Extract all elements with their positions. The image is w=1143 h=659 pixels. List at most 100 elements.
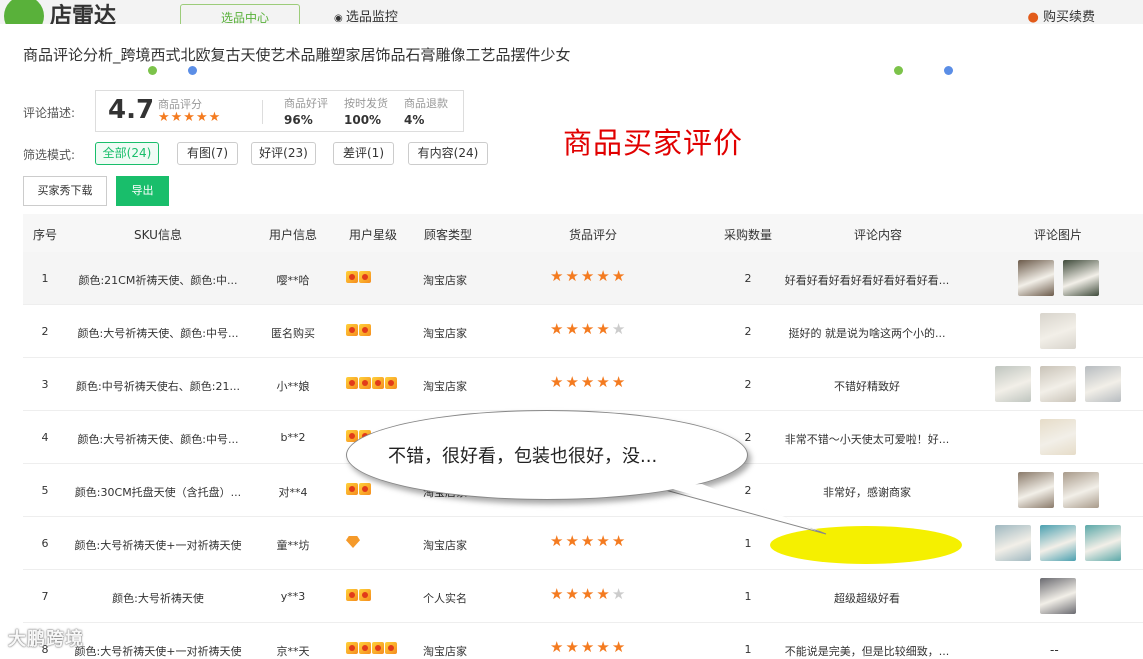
user-info: 匿名购买 [271,327,315,340]
nav-product-monitor[interactable]: 选品监控 [334,6,398,24]
review-content: 超级超级好看 [834,592,900,605]
col-header: 评论内容 [853,228,902,242]
logo-text: 店雷达 [50,4,117,24]
star-icon: ★ [580,638,597,656]
star-icon: ★ [565,638,581,656]
sku-info: 颜色:大号祈祷天使+一对祈祷天使 [74,539,242,552]
user-info: b**2 [280,431,306,444]
annotation-title: 商品买家评价 [563,126,744,160]
table-row[interactable]: 7 颜色:大号祈祷天使 y**3 个人实名 ★★★★★ 1 超级超级好看 [23,570,1143,623]
review-image-thumbnail[interactable] [1040,525,1076,561]
filter-chip-positive[interactable]: 好评(23) [251,142,316,165]
purchase-quantity: 2 [744,272,752,285]
renew-link[interactable]: 购买续费 [1028,6,1095,24]
metric-label: 商品好评 [284,97,328,110]
filter-chip-negative[interactable]: 差评(1) [333,142,394,165]
user-info: 童**坊 [276,539,310,552]
tab-product-selection[interactable]: 选品中心 [180,4,300,24]
background-app-header: 店雷达 选品中心 选品监控 购买续费 [0,0,1143,24]
star-icon: ★ [596,267,612,285]
col-header: 货品评分 [568,228,617,242]
background-peek-dots [8,66,1143,75]
export-button[interactable]: 导出 [116,176,169,206]
filter-chip-with-content[interactable]: 有内容(24) [408,142,488,165]
diamond-icon [346,536,360,548]
star-icon: ★ [565,320,581,338]
divider [262,100,263,124]
highlight-ellipse [770,526,962,564]
review-image-thumbnail[interactable] [1017,260,1054,296]
col-header: 序号 [32,228,57,242]
review-image-thumbnail[interactable] [1062,472,1099,508]
review-image-thumbnail[interactable] [1062,260,1099,296]
star-icon: ★ [565,373,581,391]
dot-icon [944,66,953,75]
col-header: 顾客类型 [423,228,472,242]
review-image-thumbnail[interactable] [1017,472,1054,508]
star-icon: ★ [580,373,597,391]
metric-refund: 商品退款 4% [404,95,448,127]
purchase-quantity: 2 [744,325,752,338]
star-icon: ★ [611,585,628,603]
filter-chip-all[interactable]: 全部(24) [95,142,159,165]
review-image-thumbnail[interactable] [1040,366,1076,402]
review-image-thumbnail[interactable] [1040,578,1076,614]
customer-type: 淘宝店家 [423,327,467,340]
table-row[interactable]: 1 颜色:21CM祈祷天使、颜色:中... 嘤**哈 淘宝店家 ★★★★★ 2 好看好看好看… [23,252,1143,305]
callout-text: 不错，很好看，包装也很好，没... [388,446,658,467]
col-header: 用户星级 [348,228,397,242]
table-row[interactable]: 8 颜色:大号祈祷天使+一对祈祷天使 京**天 淘宝店家 ★★★★★ 1 不能说是完美，但是… [23,623,1143,659]
review-image-thumbnail[interactable] [1040,419,1076,455]
purchase-quantity: 1 [744,590,752,603]
star-icon: ★ [580,267,597,285]
crown-icon [346,324,358,336]
star-icon: ★ [596,532,612,550]
row-number: 2 [41,325,49,338]
crown-level-icon [346,271,372,286]
row-number: 6 [41,537,49,550]
user-info: 小**娘 [276,380,310,393]
star-icon: ★ [611,638,628,656]
crown-icon [346,377,358,389]
crown-icon [359,377,371,389]
review-image-thumbnail[interactable] [1085,525,1121,561]
sku-info: 颜色:大号祈祷天使 [112,592,204,605]
product-rating-stars: ★★★★★ [550,320,627,338]
sku-info: 颜色:21CM祈祷天使、颜色:中... [78,274,238,287]
table-row[interactable]: 2 颜色:大号祈祷天使、颜色:中号... 匿名购买 淘宝店家 ★★★★★ 2 挺好的 就是说… [23,305,1143,358]
star-icon: ★ [550,638,566,656]
sku-info: 颜色:大号祈祷天使、颜色:中号... [77,433,239,446]
filter-chip-with-image[interactable]: 有图(7) [177,142,238,165]
review-content: 不能说是完美，但是比较细致，... [784,645,950,658]
review-image-thumbnail[interactable] [1085,366,1121,402]
diamond-level-icon [346,536,360,551]
filter-label: 筛选模式: [23,148,76,162]
customer-type: 淘宝店家 [423,645,467,658]
star-icon: ★ [596,320,612,338]
rating-stars: ★★★★★ [158,110,222,125]
product-rating-stars: ★★★★★ [550,532,627,550]
sku-info: 颜色:大号祈祷天使+一对祈祷天使 [74,645,242,658]
star-icon: ★ [611,267,628,285]
product-rating-stars: ★★★★★ [550,267,627,285]
crown-icon [359,483,371,495]
crown-icon [372,377,384,389]
buyer-show-download-button[interactable]: 买家秀下载 [23,176,107,206]
user-info: 对**4 [278,486,308,499]
col-header: 用户信息 [268,228,317,242]
crown-icon [359,642,371,654]
review-content: 非常好，感谢商家 [823,486,911,499]
user-info: y**3 [280,590,306,603]
logo-icon [4,0,44,24]
crown-icon [385,377,397,389]
review-image-thumbnail[interactable] [1040,313,1076,349]
col-header: SKU信息 [134,228,182,242]
row-number: 7 [41,590,49,603]
review-image-thumbnail[interactable] [995,525,1031,561]
review-image-thumbnail[interactable] [995,366,1031,402]
table-row[interactable]: 6颜色:大号祈祷天使+一对祈祷天使童**坊淘宝店家★★★★★1不错，很好看，包装… [23,517,1143,570]
col-header: 评论图片 [1033,228,1082,242]
crown-icon [346,271,358,283]
row-number: 4 [41,431,49,444]
table-row[interactable]: 3 颜色:中号祈祷天使右、颜色:21... 小**娘 淘宝店家 ★★★★★ 2 不错好精致好 [23,358,1143,411]
